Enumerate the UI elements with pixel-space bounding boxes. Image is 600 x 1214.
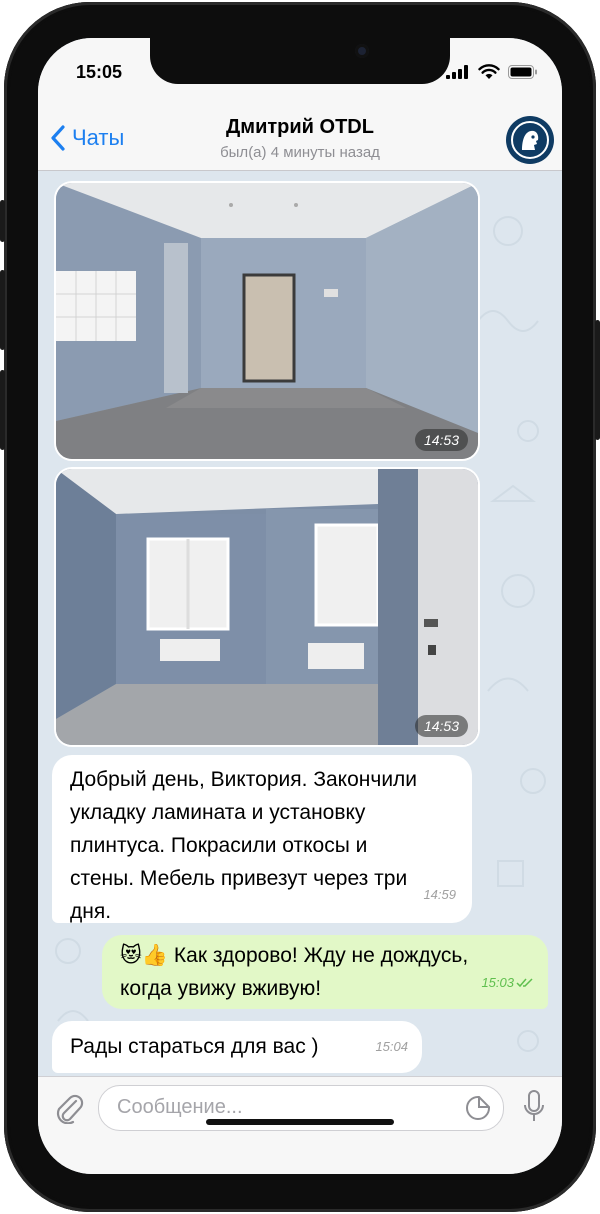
message-line: Добрый день, Виктория. Закончили [70,768,418,791]
message-time: 15:03 [481,975,514,990]
wifi-icon [478,64,500,79]
photo-message[interactable]: 14:53 [54,181,480,461]
power-button [595,320,600,440]
chat-header: Чаты Дмитрий OTDL был(а) 4 минуты назад [38,108,562,171]
silent-switch [0,200,5,242]
room-photo-door [56,183,478,459]
message-status: 15:03 [481,966,534,999]
message-composer: Сообщение... [38,1076,562,1174]
room-photo-windows [56,469,478,745]
last-seen-status: был(а) 4 минуты назад [220,144,380,161]
message-line: Рады стараться для вас ) [70,1035,319,1058]
outgoing-message[interactable]: 😻👍 Как здорово! Жду не дождусь, когда ув… [102,935,548,1009]
photo-time: 14:53 [414,715,468,737]
status-icons [446,64,538,80]
volume-up-button [0,270,5,350]
message-line: плинтуса. Покрасили откосы и [70,834,368,857]
front-camera [355,44,369,58]
contact-avatar[interactable] [506,116,554,164]
battery-icon [508,65,537,79]
notch [150,38,450,84]
sticker-icon[interactable] [465,1095,491,1121]
contact-name[interactable]: Дмитрий OTDL [38,116,562,139]
photo-time: 14:53 [414,429,468,451]
signal-icon [446,65,468,79]
message-line: когда увижу вживую! [120,977,322,1000]
message-line: стены. Мебель привезут через три [70,867,408,890]
home-indicator[interactable] [206,1119,394,1125]
message-line: Как здорово! Жду не дождусь, [173,944,469,967]
microphone-icon[interactable] [522,1089,546,1125]
message-line: укладку ламината и установку [70,801,366,824]
smiling-cat-emoji-icon: 😻 [120,944,142,967]
photo-message[interactable]: 14:53 [54,467,480,747]
message-time: 15:04 [375,1039,408,1054]
double-check-icon [516,977,533,987]
message-text: 😻👍 Как здорово! Жду не дождусь, когда ув… [120,939,468,1005]
volume-down-button [0,370,5,450]
avatar-logo-icon [511,121,549,159]
message-text: Добрый день, Виктория. Закончили укладку… [70,763,417,928]
status-time: 15:05 [76,62,123,82]
incoming-message[interactable]: Рады стараться для вас ) 15:04 [52,1021,422,1073]
screen: 15:05 Чаты Дмитрий OTDL был(а) 4 минуты … [38,38,562,1174]
message-time: 14:59 [423,887,456,902]
message-placeholder: Сообщение... [117,1096,243,1118]
message-line: дня. [70,900,112,923]
paperclip-icon[interactable] [54,1092,84,1124]
thumbs-up-emoji-icon: 👍 [141,944,169,967]
incoming-message[interactable]: Добрый день, Виктория. Закончили укладку… [52,755,472,923]
chat-area[interactable]: 14:53 14:53 Добрый день, Виктория. Закон… [38,171,562,1076]
